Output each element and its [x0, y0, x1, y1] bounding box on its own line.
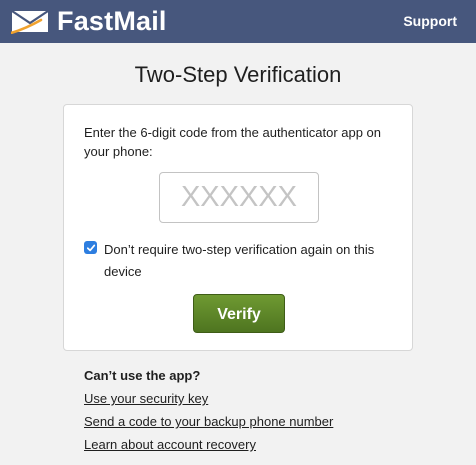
verify-button[interactable]: Verify	[193, 294, 285, 333]
support-link[interactable]: Support	[403, 13, 457, 30]
brand-name: FastMail	[57, 6, 167, 36]
verification-code-input[interactable]	[159, 172, 319, 223]
fastmail-logo[interactable]: FastMail	[11, 5, 167, 37]
alternative-options: Can’t use the app? Use your security key…	[84, 368, 444, 460]
instruction-text: Enter the 6-digit code from the authenti…	[84, 125, 382, 159]
page-title: Two-Step Verification	[134, 62, 342, 87]
remember-device-checkbox[interactable]	[84, 241, 97, 254]
top-bar: FastMail Support	[0, 0, 476, 43]
security-key-link[interactable]: Use your security key	[84, 391, 444, 407]
envelope-icon	[11, 10, 49, 34]
account-recovery-link[interactable]: Learn about account recovery	[84, 437, 444, 453]
backup-phone-link[interactable]: Send a code to your backup phone number	[84, 414, 444, 430]
verification-card: Enter the 6-digit code from the authenti…	[63, 104, 413, 351]
remember-device-label[interactable]: Don’t require two-step verification agai…	[104, 239, 404, 283]
alternatives-heading: Can’t use the app?	[84, 368, 201, 383]
checkmark-icon	[86, 244, 95, 251]
